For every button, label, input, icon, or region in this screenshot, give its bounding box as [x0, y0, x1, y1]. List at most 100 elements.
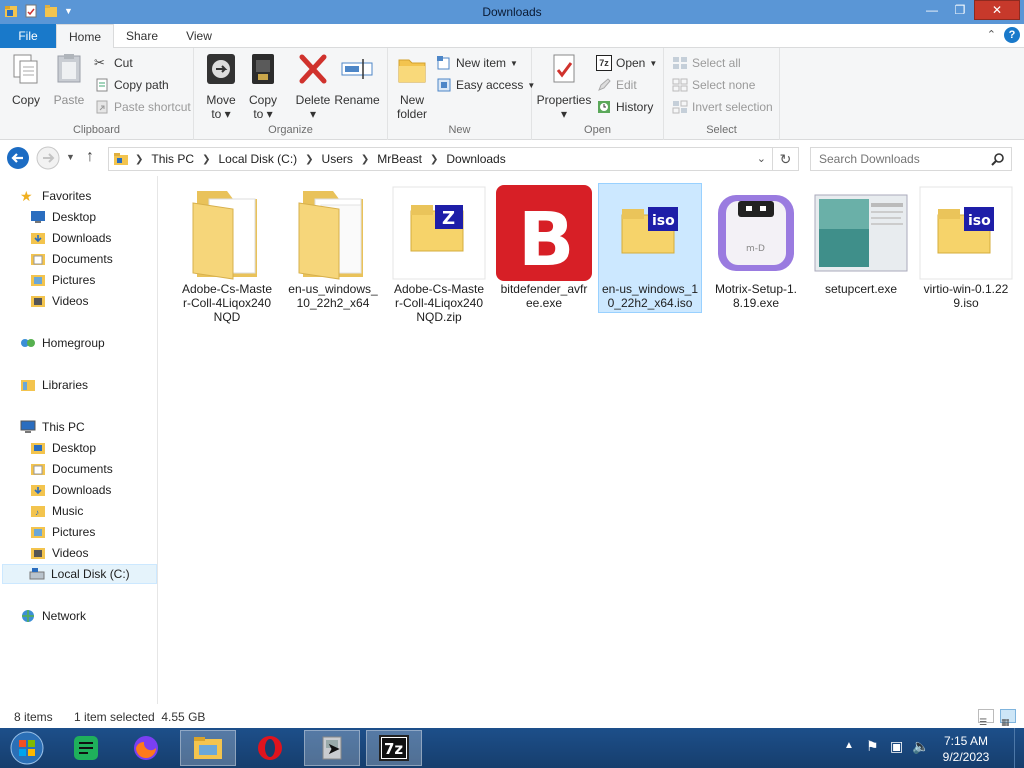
forward-button[interactable]: [36, 146, 60, 170]
new-item-button[interactable]: New item ▼: [436, 54, 518, 72]
nav-libraries[interactable]: Libraries: [20, 375, 177, 395]
address-bar[interactable]: ❯ This PC ❯ Local Disk (C:) ❯ Users ❯ Mr…: [108, 147, 773, 171]
refresh-button[interactable]: ↻: [773, 147, 799, 171]
start-button[interactable]: [0, 730, 54, 766]
details-view-button[interactable]: ☰: [978, 709, 994, 727]
taskbar-7zip[interactable]: 7z: [366, 730, 422, 766]
nav-pc-local-disk[interactable]: Local Disk (C:): [2, 564, 157, 584]
chevron-right-icon[interactable]: ❯: [202, 154, 210, 165]
nav-label: Desktop: [52, 441, 97, 455]
tab-view[interactable]: View: [170, 24, 228, 48]
clock[interactable]: 7:15 AM 9/2/2023: [936, 733, 996, 765]
invert-selection-label: Invert selection: [692, 100, 773, 114]
open-group: Properties ▾ 7z Open ▼ Edit History Open: [532, 48, 664, 140]
up-arrow-icon[interactable]: ↑: [86, 148, 94, 166]
history-button[interactable]: History: [596, 98, 653, 116]
address-dropdown-icon[interactable]: ⌄: [757, 152, 766, 165]
select-none-button[interactable]: Select none: [672, 76, 755, 94]
properties-button[interactable]: Properties ▾: [536, 52, 592, 121]
nav-label: Pictures: [52, 525, 96, 539]
organize-label: Organize: [268, 124, 313, 136]
cut-button[interactable]: ✂ Cut: [94, 54, 133, 72]
nav-homegroup[interactable]: Homegroup: [20, 333, 177, 353]
delete-button[interactable]: Delete ▾: [294, 52, 332, 121]
paste-button[interactable]: Paste: [50, 52, 88, 107]
file-name: en-us_windows_10_22h2_x64.iso: [601, 282, 699, 310]
chevron-right-icon[interactable]: ❯: [135, 154, 143, 165]
star-icon: ★: [20, 188, 33, 204]
breadcrumb-downloads[interactable]: Downloads: [446, 152, 505, 166]
file-item[interactable]: setupcert.exe: [813, 184, 909, 314]
recent-locations-icon[interactable]: ▼: [66, 152, 75, 162]
new-item-icon: [437, 56, 450, 70]
chevron-right-icon[interactable]: ❯: [361, 154, 369, 165]
chevron-right-icon[interactable]: ❯: [430, 154, 438, 165]
motrix-icon: m-D: [718, 195, 794, 271]
taskbar-file-explorer[interactable]: [180, 730, 236, 766]
maximize-button[interactable]: ❐: [946, 0, 974, 20]
breadcrumb-mrbeast[interactable]: MrBeast: [377, 152, 422, 166]
taskbar-installer[interactable]: ➤: [304, 730, 360, 766]
easy-access-button[interactable]: Easy access ▼: [436, 76, 535, 94]
chevron-right-icon[interactable]: ❯: [305, 154, 313, 165]
large-icons-view-button[interactable]: ▦: [1000, 709, 1016, 727]
nav-network[interactable]: Network: [20, 606, 177, 626]
back-button[interactable]: [6, 146, 30, 170]
file-item-selected[interactable]: iso en-us_windows_10_22h2_x64.iso: [598, 183, 702, 313]
sevenzip-icon: 7z: [596, 55, 612, 71]
new-folder-icon: [398, 59, 426, 83]
network-tray-icon[interactable]: ▣: [890, 738, 903, 755]
address-row: ▼ ↑ ❯ This PC ❯ Local Disk (C:) ❯ Users …: [0, 141, 1024, 176]
select-all-button[interactable]: Select all: [672, 54, 741, 72]
copy-path-button[interactable]: Copy path: [94, 76, 169, 94]
open-button[interactable]: 7z Open ▼: [596, 54, 657, 72]
refresh-icon: ↻: [779, 150, 792, 167]
file-item[interactable]: B bitdefender_avfree.exe: [496, 184, 592, 314]
nav-this-pc[interactable]: This PC: [20, 417, 177, 437]
file-item[interactable]: iso virtio-win-0.1.229.iso: [918, 184, 1014, 314]
file-item[interactable]: Z Adobe-Cs-Master-Coll-4Liqox240NQD.zip: [391, 184, 487, 324]
new-folder-button[interactable]: New folder: [394, 52, 430, 121]
copy-button[interactable]: Copy: [8, 52, 44, 107]
search-input[interactable]: [811, 148, 981, 170]
taskbar-sheets-app[interactable]: [58, 730, 114, 766]
ribbon-tabs: File Home Share View ⌃ ?: [0, 24, 1024, 49]
downloads-folder-icon: [31, 233, 45, 244]
show-hidden-icons-icon[interactable]: ▲: [844, 740, 854, 751]
file-item[interactable]: Adobe-Cs-Master-Coll-4Liqox240NQD: [179, 184, 275, 324]
file-item[interactable]: en-us_windows_10_22h2_x64: [285, 184, 381, 314]
nav-favorites[interactable]: ★ Favorites: [20, 186, 177, 206]
folder-icon: [192, 191, 257, 280]
taskbar-opera[interactable]: [242, 730, 298, 766]
windows-start-icon: [10, 731, 44, 765]
search-box[interactable]: [810, 147, 1012, 171]
close-button[interactable]: ✕: [974, 0, 1020, 20]
rename-button[interactable]: Rename: [334, 52, 380, 107]
invert-selection-icon: [672, 100, 688, 114]
move-to-button[interactable]: Move to ▾: [202, 52, 240, 121]
pictures-icon: [31, 275, 45, 286]
tab-file[interactable]: File: [0, 24, 56, 48]
edit-button[interactable]: Edit: [596, 76, 637, 94]
collapse-ribbon-icon[interactable]: ⌃: [987, 28, 996, 41]
breadcrumb-local-disk[interactable]: Local Disk (C:): [218, 152, 297, 166]
help-icon[interactable]: ?: [1004, 27, 1020, 43]
volume-icon[interactable]: 🔈: [912, 738, 929, 755]
tab-share[interactable]: Share: [114, 24, 170, 48]
paste-shortcut-button[interactable]: Paste shortcut: [94, 98, 191, 116]
search-icon[interactable]: [991, 152, 1005, 166]
invert-selection-button[interactable]: Invert selection: [672, 98, 773, 116]
file-name: Motrix-Setup-1.8.19.exe: [714, 282, 798, 310]
file-item[interactable]: m-D Motrix-Setup-1.8.19.exe: [708, 184, 804, 314]
action-center-flag-icon[interactable]: ⚑: [866, 738, 879, 755]
breadcrumb-users[interactable]: Users: [322, 152, 353, 166]
tab-home[interactable]: Home: [56, 24, 114, 49]
minimize-button[interactable]: —: [918, 0, 946, 20]
taskbar-firefox[interactable]: [118, 730, 174, 766]
copy-to-text2: to: [253, 107, 264, 121]
copy-to-button[interactable]: Copy to ▾: [244, 52, 282, 121]
show-desktop-button[interactable]: [1014, 728, 1024, 768]
drive-icon: [29, 568, 45, 580]
file-name: virtio-win-0.1.229.iso: [923, 282, 1009, 310]
breadcrumb-this-pc[interactable]: This PC: [151, 152, 194, 166]
